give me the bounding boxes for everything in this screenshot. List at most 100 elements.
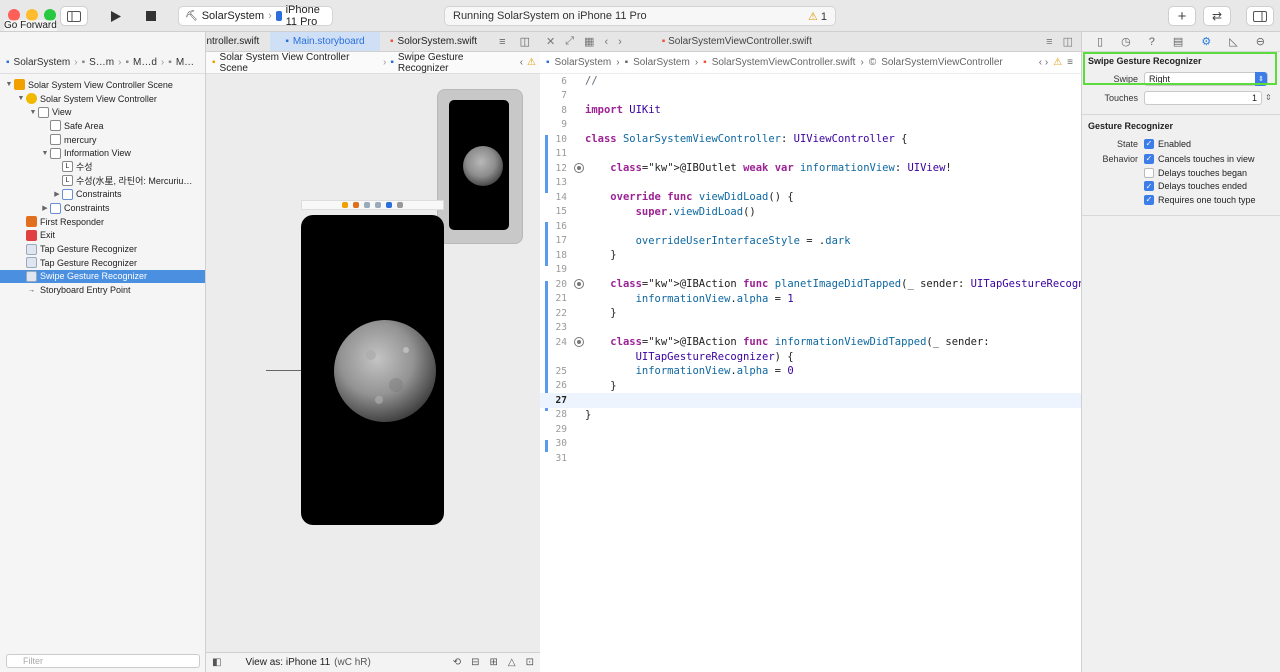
first-responder-icon[interactable] <box>353 202 359 208</box>
grid-icon[interactable]: ▦ <box>584 35 594 48</box>
code-line[interactable]: 24 class="kw">@IBAction func information… <box>540 335 1081 350</box>
split-editor-icon[interactable]: ◫ <box>520 35 530 48</box>
filter-input[interactable]: Filter <box>6 654 200 668</box>
outline-item[interactable]: ▼ Solar System View Controller Scene <box>0 78 205 92</box>
stop-button[interactable] <box>140 6 162 26</box>
expand-icon[interactable]: ⤢ <box>565 35 574 48</box>
nav-arrows[interactable]: ‹ › <box>1039 57 1048 68</box>
code-line[interactable]: UITapGestureRecognizer) { <box>540 350 1081 365</box>
entry-point-arrow[interactable] <box>266 370 301 371</box>
options-icon[interactable]: ≡ <box>1067 57 1081 68</box>
resolve-issues-icon[interactable]: △ <box>508 657 516 668</box>
gesture-icon[interactable] <box>364 202 370 208</box>
source-editor[interactable]: 6 // 7 8 import UIKit 9 10 class SolarSystemVie… <box>540 74 1081 672</box>
editor-options-icon[interactable]: ≡ <box>499 36 505 48</box>
code-line[interactable]: 26 } <box>540 379 1081 394</box>
code-line[interactable]: 14 override func viewDidLoad() { <box>540 190 1081 205</box>
view-as-label[interactable]: View as: iPhone 11 <box>245 657 330 668</box>
outline-item[interactable]: ▼ Information View <box>0 146 205 160</box>
close-icon[interactable]: ✕ <box>546 35 555 48</box>
breadcrumb-item[interactable]: SolarSystem <box>555 57 612 68</box>
breadcrumb-item[interactable]: SolarSystem <box>633 57 690 68</box>
outline-item[interactable]: L 수성 <box>0 160 205 174</box>
behavior-checkbox[interactable]: ✓ <box>1144 153 1154 164</box>
code-line[interactable]: 19 <box>540 263 1081 278</box>
breadcrumb-item[interactable]: SolarSystem <box>14 57 71 68</box>
breadcrumb-item[interactable]: Swipe Gesture Recognizer <box>398 52 516 74</box>
code-line[interactable]: 7 <box>540 89 1081 104</box>
code-line[interactable]: 30 <box>540 437 1081 452</box>
connection-dot-icon[interactable] <box>574 163 584 174</box>
behavior-checkbox[interactable]: ✓ <box>1144 194 1154 205</box>
code-line[interactable]: 8 import UIKit <box>540 103 1081 118</box>
outline-item[interactable]: Exit <box>0 229 205 243</box>
swipe-direction-select[interactable]: Right ⇕ <box>1144 71 1268 86</box>
touches-field[interactable]: 1 <box>1144 90 1262 105</box>
outline-item[interactable]: mercury <box>0 133 205 147</box>
toggle-navigator-button[interactable] <box>60 6 88 26</box>
help-inspector-icon[interactable]: ? <box>1149 36 1155 48</box>
code-line[interactable]: 22 } <box>540 306 1081 321</box>
outline-item[interactable]: Tap Gesture Recognizer <box>0 256 205 270</box>
forward-icon[interactable]: › <box>618 36 622 48</box>
run-button[interactable] <box>104 6 128 26</box>
gesture-icon[interactable] <box>375 202 381 208</box>
warning-indicator[interactable]: ⚠ 1 <box>808 10 827 23</box>
editor-options-icon[interactable]: ≡ <box>1046 36 1052 48</box>
code-review-button[interactable]: ⇄ <box>1203 6 1231 26</box>
code-line[interactable]: 17 overrideUserInterfaceStyle = .dark <box>540 234 1081 249</box>
code-line[interactable]: 6 // <box>540 74 1081 89</box>
code-line[interactable]: 12 class="kw">@IBOutlet weak var informa… <box>540 161 1081 176</box>
code-line[interactable]: 29 <box>540 422 1081 437</box>
toggle-outline-icon[interactable]: ◧ <box>212 657 221 668</box>
code-line[interactable]: 9 <box>540 118 1081 133</box>
outline-item[interactable]: Safe Area <box>0 119 205 133</box>
outline-item[interactable]: ▶ Constraints <box>0 188 205 202</box>
disclosure-collapsed-icon[interactable]: ▶ <box>52 190 62 198</box>
split-editor-icon[interactable]: ◫ <box>1063 35 1081 48</box>
outline-item[interactable]: ▶ Constraints <box>0 201 205 215</box>
connections-inspector-icon[interactable]: ⊖ <box>1256 35 1265 48</box>
breadcrumb-item[interactable]: Solar System View Controller Scene <box>220 52 379 74</box>
exit-icon[interactable] <box>397 202 403 208</box>
breadcrumb-item[interactable]: SolarSystemViewController <box>881 57 1003 68</box>
mercury-image[interactable] <box>301 215 444 525</box>
scheme-selector[interactable]: ⛏ SolarSystem › iPhone 11 Pro <box>178 4 333 28</box>
outline-item[interactable]: L 수성(水星, 라틴어: Mercuriu… <box>0 174 205 188</box>
nav-arrows[interactable]: ‹ <box>520 57 523 68</box>
outline-item[interactable]: Swipe Gesture Recognizer <box>0 269 205 284</box>
code-line[interactable]: 27 <box>540 393 1081 408</box>
behavior-checkbox[interactable] <box>1144 167 1154 178</box>
disclosure-expanded-icon[interactable]: ▼ <box>16 95 26 102</box>
connection-dot-icon[interactable] <box>574 279 584 290</box>
warning-icon[interactable]: ⚠ <box>527 57 540 68</box>
code-line[interactable]: 11 <box>540 147 1081 162</box>
code-line[interactable]: 13 <box>540 176 1081 191</box>
tab-main-storyboard[interactable]: ▪ Main.storyboard <box>270 32 380 51</box>
align-icon[interactable]: ⊟ <box>471 657 479 668</box>
warning-icon[interactable]: ⚠ <box>1053 57 1062 68</box>
view-controller-icon[interactable] <box>342 202 348 208</box>
code-line[interactable]: 16 <box>540 219 1081 234</box>
history-inspector-icon[interactable]: ◷ <box>1121 35 1131 48</box>
add-constraints-icon[interactable]: ⊞ <box>490 657 498 668</box>
code-line[interactable]: 21 informationView.alpha = 1 <box>540 292 1081 307</box>
code-line[interactable]: 20 class="kw">@IBAction func planetImage… <box>540 277 1081 292</box>
back-icon[interactable]: ‹ <box>604 36 608 48</box>
attributes-inspector-icon[interactable]: ⚙ <box>1201 35 1211 48</box>
tab-controller-swift[interactable]: ▪ SolarSystemViewController.swift <box>662 36 812 47</box>
code-line[interactable]: 15 super.viewDidLoad() <box>540 205 1081 220</box>
outline-item[interactable]: First Responder <box>0 215 205 229</box>
update-frames-icon[interactable]: ⟲ <box>453 657 461 668</box>
connection-dot-icon[interactable] <box>574 337 584 348</box>
disclosure-expanded-icon[interactable]: ▼ <box>4 81 14 88</box>
disclosure-collapsed-icon[interactable]: ▶ <box>40 204 50 212</box>
code-line[interactable]: 25 informationView.alpha = 0 <box>540 364 1081 379</box>
code-line[interactable]: 10 class SolarSystemViewController: UIVie… <box>540 132 1081 147</box>
size-inspector-icon[interactable]: ◺ <box>1229 35 1237 48</box>
code-line[interactable]: 23 <box>540 321 1081 336</box>
embed-icon[interactable]: ⊡ <box>526 657 534 668</box>
disclosure-expanded-icon[interactable]: ▼ <box>40 150 50 157</box>
view-controller-scene[interactable] <box>301 215 444 525</box>
code-line[interactable]: 31 <box>540 451 1081 466</box>
